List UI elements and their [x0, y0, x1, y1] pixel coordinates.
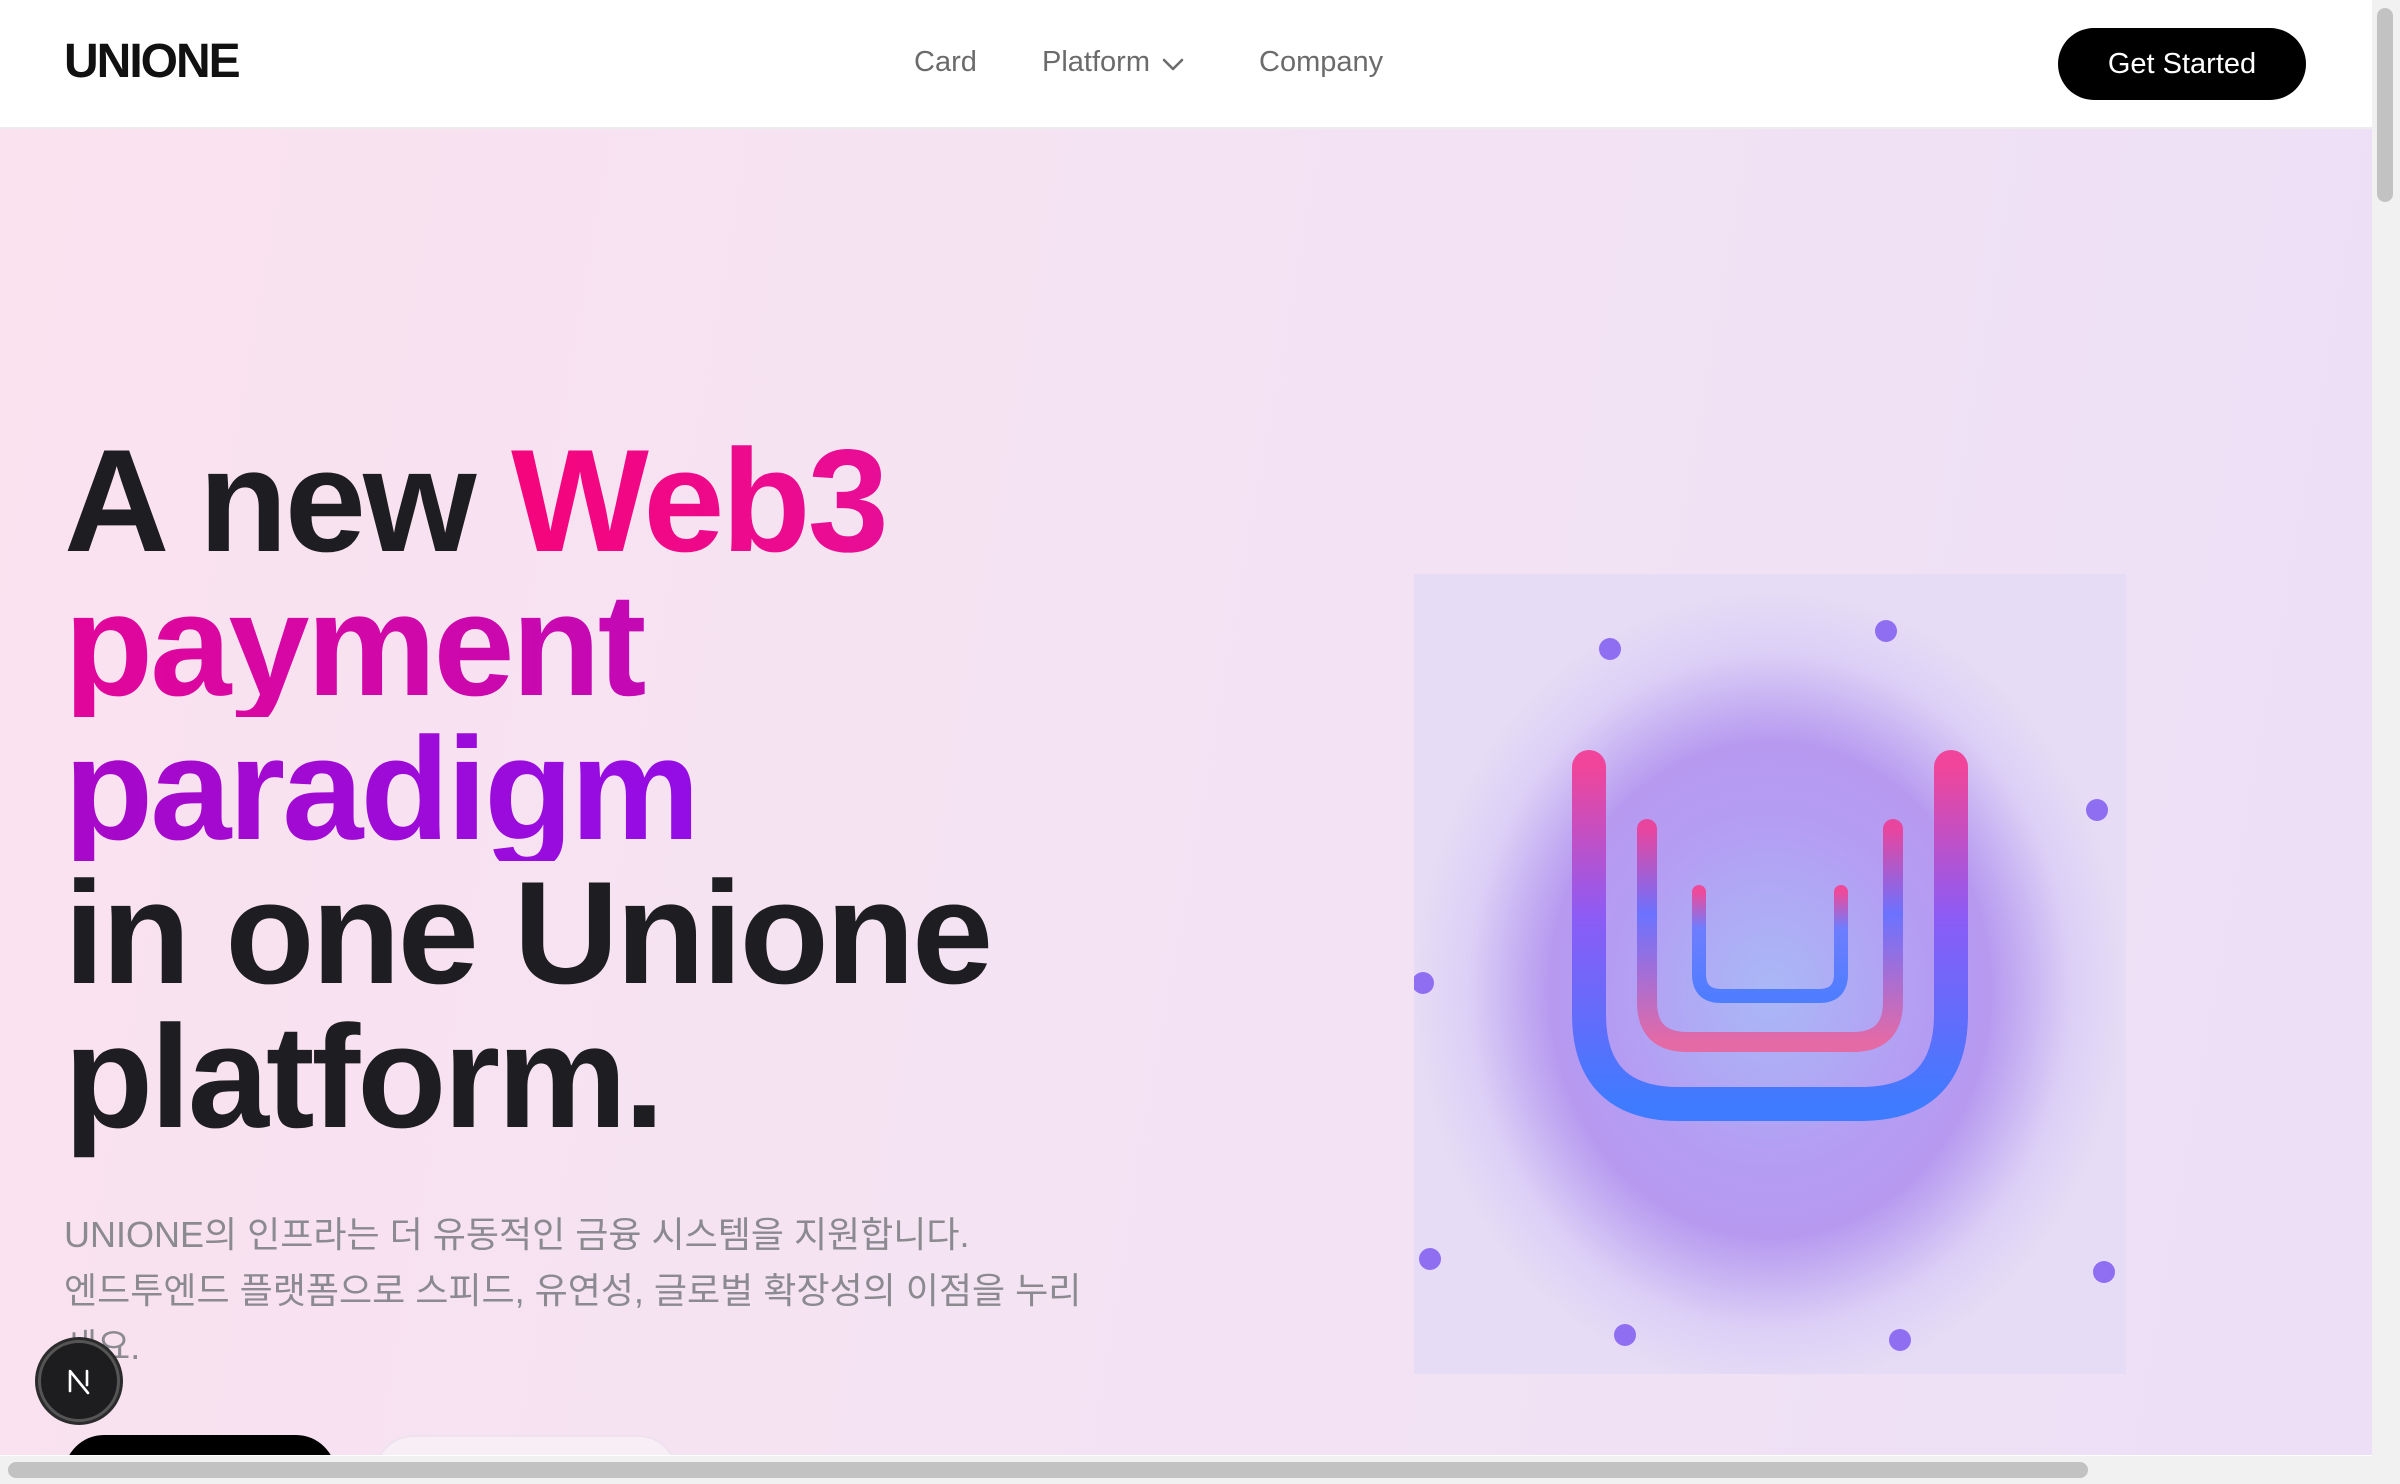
headline-line-3: paradigm — [64, 716, 990, 862]
nav-link-company-label: Company — [1259, 46, 1384, 78]
nav-link-card-label: Card — [914, 46, 977, 78]
nextjs-dev-badge[interactable] — [38, 1340, 120, 1422]
headline-line-4: in one Unione — [64, 851, 993, 1014]
hero-subtitle-line-2: 엔드투엔드 플랫폼으로 스피드, 유연성, 글로벌 확장성의 이점을 누리 — [64, 1270, 1082, 1311]
headline-accent-web3: Web3 — [511, 419, 889, 582]
nav-link-company[interactable]: Company — [1259, 46, 1383, 79]
logo[interactable]: UNIONE — [64, 34, 241, 89]
orbit-dot — [1614, 1324, 1636, 1346]
hero-section: A new Web3 payment paradigm in one Union… — [0, 129, 2372, 1455]
nav-link-platform-label: Platform — [1042, 46, 1150, 78]
hero-subtitle: UNIONE의 인프라는 더 유동적인 금융 시스템을 지원합니다. 엔드투엔드… — [64, 1207, 1144, 1375]
hero-illustration — [1412, 574, 2126, 1455]
vertical-scrollbar-thumb[interactable] — [2377, 8, 2393, 202]
horizontal-scrollbar-thumb[interactable] — [8, 1462, 2088, 1478]
get-started-label: Get Started — [2107, 47, 2257, 80]
headline-line-5: platform. — [64, 995, 665, 1158]
hero-subtitle-line-1: UNIONE의 인프라는 더 유동적인 금융 시스템을 지원합니다. — [64, 1214, 970, 1255]
headline-line-2: payment — [64, 572, 990, 718]
chevron-down-icon — [1162, 47, 1184, 80]
hero-subtitle-line-3: 세요. — [64, 1319, 1144, 1375]
vertical-scrollbar[interactable] — [2372, 0, 2400, 1456]
nav-link-card[interactable]: Card — [914, 46, 977, 79]
top-navbar: UNIONE Card Platform Company Get Started — [0, 0, 2372, 129]
hero-primary-button[interactable] — [64, 1435, 336, 1455]
nav-link-platform[interactable]: Platform — [1042, 46, 1184, 80]
unione-u-logo-icon — [1412, 574, 2126, 1455]
nextjs-icon — [68, 1369, 90, 1395]
hero-headline: A new Web3 payment paradigm in one Union… — [64, 419, 993, 1158]
orbit-dot — [1889, 1329, 1911, 1351]
hero-secondary-button[interactable] — [374, 1435, 678, 1455]
get-started-button[interactable]: Get Started — [2058, 28, 2306, 100]
headline-line-1: A new Web3 — [64, 419, 889, 582]
